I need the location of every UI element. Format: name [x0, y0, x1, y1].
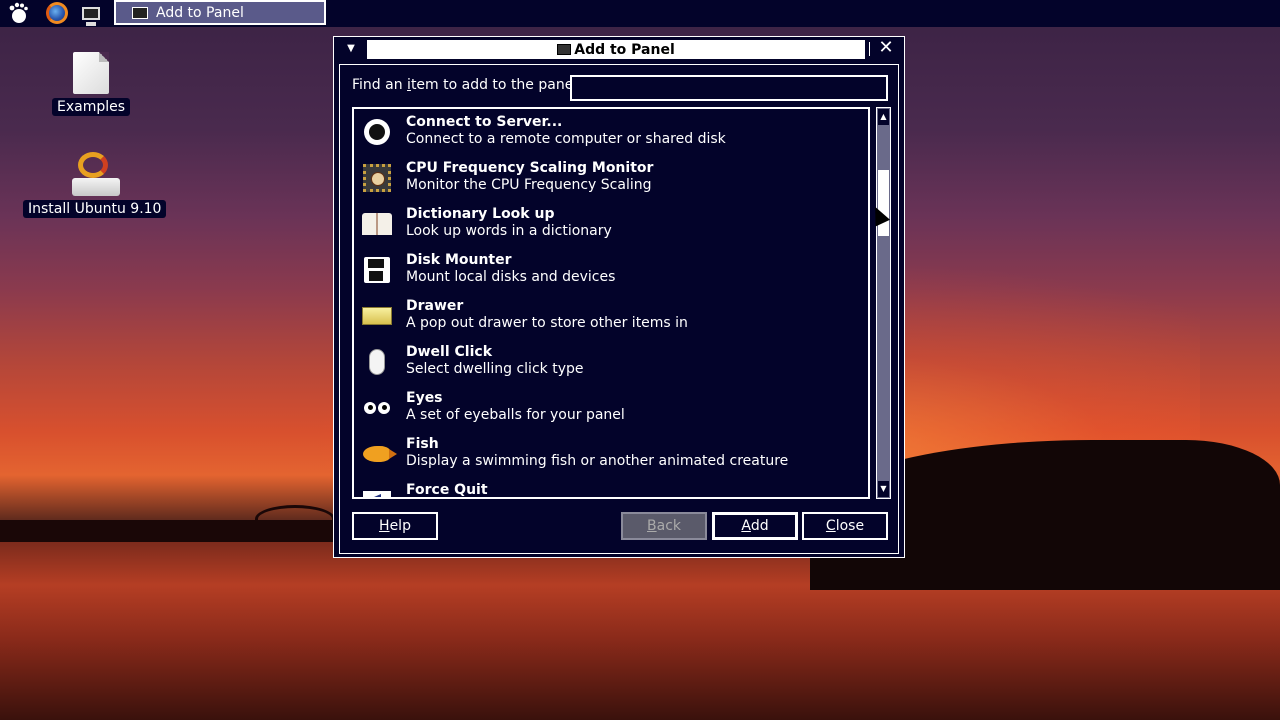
- dialog-titlebar[interactable]: ▼ Add to Panel ✕: [334, 37, 904, 61]
- desktop-icon-install-ubuntu[interactable]: Install Ubuntu 9.10: [23, 152, 167, 218]
- wallpaper-bridge: [255, 505, 335, 533]
- help-button[interactable]: Help: [352, 512, 438, 540]
- cpu-monitor-icon: [362, 163, 392, 193]
- scroll-down-icon[interactable]: ▼: [878, 481, 889, 497]
- back-button[interactable]: Back: [621, 512, 707, 540]
- globe-icon: [362, 117, 392, 147]
- scroll-up-icon[interactable]: ▲: [878, 109, 889, 125]
- mouse-icon: [362, 347, 392, 377]
- item-description: Mount local disks and devices: [406, 269, 616, 285]
- item-description: Look up words in a dictionary: [406, 223, 612, 239]
- drawer-icon: [362, 301, 392, 331]
- list-item[interactable]: Eyes A set of eyeballs for your panel: [354, 387, 868, 433]
- item-description: Select dwelling click type: [406, 361, 584, 377]
- item-title: Dictionary Look up: [406, 206, 555, 222]
- add-button[interactable]: Add: [712, 512, 798, 540]
- list-item[interactable]: Drawer A pop out drawer to store other i…: [354, 295, 868, 341]
- item-description: Monitor the CPU Frequency Scaling: [406, 177, 652, 193]
- titlebar-separator: [869, 42, 870, 56]
- dialog-content: Find an item to add to the panel: Connec…: [339, 64, 899, 554]
- close-button[interactable]: Close: [802, 512, 888, 540]
- computer-icon[interactable]: [78, 1, 104, 26]
- list-item[interactable]: CPU Frequency Scaling Monitor Monitor th…: [354, 157, 868, 203]
- force-quit-icon: [362, 485, 392, 497]
- list-item[interactable]: Force Quit: [354, 479, 868, 498]
- desktop-icon-label: Install Ubuntu 9.10: [23, 200, 167, 218]
- taskbar-window-title: Add to Panel: [156, 4, 244, 21]
- floppy-disk-icon: [362, 255, 392, 285]
- list-item[interactable]: Disk Mounter Mount local disks and devic…: [354, 249, 868, 295]
- item-description: A set of eyeballs for your panel: [406, 407, 625, 423]
- window-menu-icon[interactable]: ▼: [340, 41, 362, 57]
- list-item[interactable]: Dwell Click Select dwelling click type: [354, 341, 868, 387]
- top-panel: Add to Panel: [0, 0, 1280, 27]
- eyes-icon: [362, 393, 392, 423]
- list-item[interactable]: Connect to Server... Connect to a remote…: [354, 111, 868, 157]
- item-title: CPU Frequency Scaling Monitor: [406, 160, 654, 176]
- item-description: A pop out drawer to store other items in: [406, 315, 688, 331]
- item-title: Connect to Server...: [406, 114, 563, 130]
- add-to-panel-dialog: ▼ Add to Panel ✕ Find an item to add to …: [333, 36, 905, 558]
- close-icon[interactable]: ✕: [876, 38, 896, 58]
- item-title: Disk Mounter: [406, 252, 512, 268]
- list-item[interactable]: Fish Display a swimming fish or another …: [354, 433, 868, 479]
- find-label: Find an item to add to the panel:: [352, 77, 582, 93]
- item-description: Connect to a remote computer or shared d…: [406, 131, 726, 147]
- desktop-icon-examples[interactable]: Examples: [52, 52, 131, 116]
- firefox-icon[interactable]: [44, 1, 70, 25]
- gnome-menu-icon[interactable]: [5, 1, 31, 25]
- installer-icon: [68, 152, 122, 196]
- desktop-icon-label: Examples: [52, 98, 131, 116]
- item-list[interactable]: Connect to Server... Connect to a remote…: [352, 107, 870, 499]
- item-title: Dwell Click: [406, 344, 493, 360]
- file-icon: [73, 52, 110, 94]
- list-scrollbar[interactable]: ▲ ▼: [876, 107, 891, 499]
- window-icon: [132, 6, 148, 19]
- list-item[interactable]: Dictionary Look up Look up words in a di…: [354, 203, 868, 249]
- taskbar-window-button[interactable]: Add to Panel: [114, 0, 326, 25]
- dialog-title: Add to Panel: [574, 41, 675, 58]
- item-title: Fish: [406, 436, 439, 452]
- dictionary-icon: [362, 209, 392, 239]
- scrollbar-thumb[interactable]: [878, 170, 889, 236]
- item-title: Eyes: [406, 390, 443, 406]
- fish-icon: [362, 439, 397, 469]
- dialog-title-area[interactable]: Add to Panel: [367, 40, 865, 59]
- item-title: Force Quit: [406, 482, 488, 498]
- item-description: Display a swimming fish or another anima…: [406, 453, 789, 469]
- window-icon: [557, 44, 572, 55]
- find-item-input[interactable]: [570, 75, 888, 101]
- item-title: Drawer: [406, 298, 464, 314]
